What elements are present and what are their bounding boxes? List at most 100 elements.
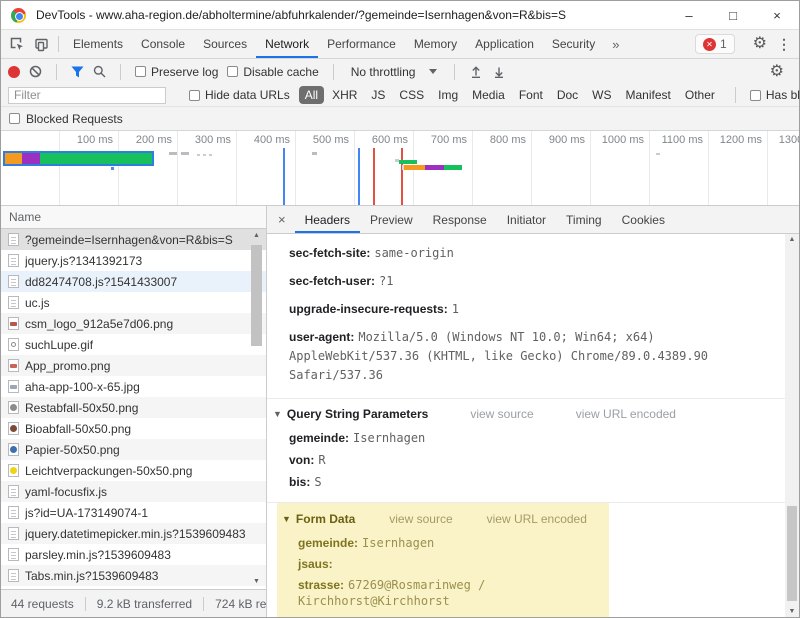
checkbox[interactable] bbox=[189, 90, 200, 101]
blocked-requests-checkbox[interactable] bbox=[9, 113, 20, 124]
timeline-event-line bbox=[358, 148, 360, 205]
resource-type-filter[interactable]: JS bbox=[365, 86, 391, 104]
settings-gear-icon[interactable]: ⚙ bbox=[745, 36, 775, 52]
resource-type-filter[interactable]: Manifest bbox=[620, 86, 677, 104]
panel-tab[interactable]: Security bbox=[543, 30, 604, 58]
details-tab[interactable]: Headers bbox=[295, 206, 360, 233]
panel-tab[interactable]: Performance bbox=[318, 30, 405, 58]
details-scrollbar[interactable]: ▲ ▼ bbox=[785, 234, 799, 617]
clear-icon[interactable] bbox=[29, 65, 42, 78]
filter-input[interactable] bbox=[8, 87, 166, 104]
timeline-resource-bar bbox=[399, 160, 417, 164]
request-row[interactable]: suchLupe.gif bbox=[1, 334, 266, 355]
request-row[interactable]: jquery.datetimepicker.min.js?1539609483 bbox=[1, 523, 266, 544]
request-row[interactable]: App_promo.png bbox=[1, 355, 266, 376]
view-source-link[interactable]: view source bbox=[389, 512, 452, 526]
collapse-caret-icon[interactable]: ▼ bbox=[282, 514, 291, 524]
scroll-down-icon[interactable]: ▼ bbox=[251, 578, 262, 585]
panel-tab[interactable]: Console bbox=[132, 30, 194, 58]
timeline-overview[interactable]: 100 ms 200 ms 300 ms 400 ms 500 ms 600 m… bbox=[1, 131, 799, 206]
scroll-up-icon[interactable]: ▲ bbox=[251, 232, 262, 239]
param-entry: gemeinde:Isernhagen bbox=[298, 535, 609, 551]
request-row[interactable]: Restabfall-50x50.png bbox=[1, 397, 266, 418]
disable-cache-checkbox[interactable]: Disable cache bbox=[227, 65, 318, 79]
close-details-icon[interactable]: × bbox=[269, 212, 295, 227]
file-icon bbox=[8, 380, 19, 393]
search-icon[interactable] bbox=[93, 65, 106, 78]
throttling-dropdown[interactable]: No throttling bbox=[348, 65, 441, 79]
request-row[interactable]: ?gemeinde=Isernhagen&von=R&bis=S bbox=[1, 229, 266, 250]
request-row[interactable]: Papier-50x50.png bbox=[1, 439, 266, 460]
timeline-tick-label: 1100 ms bbox=[650, 131, 709, 205]
details-tab[interactable]: Response bbox=[423, 206, 497, 233]
panel-tab[interactable]: Network bbox=[256, 30, 318, 58]
close-button[interactable]: × bbox=[755, 1, 799, 29]
scroll-up-icon[interactable]: ▲ bbox=[785, 236, 799, 243]
query-string-section: ▼ Query String Parameters view source vi… bbox=[267, 399, 785, 502]
resource-type-filter[interactable]: All bbox=[299, 86, 324, 104]
resource-type-filter[interactable]: Font bbox=[513, 86, 549, 104]
details-tab[interactable]: Initiator bbox=[497, 206, 556, 233]
resource-type-filter[interactable]: CSS bbox=[393, 86, 430, 104]
import-har-icon[interactable] bbox=[469, 65, 483, 79]
panel-tab[interactable]: Application bbox=[466, 30, 543, 58]
has-blocked-cookies-checkbox[interactable]: Has blocked cookies bbox=[750, 88, 800, 102]
resource-type-filter[interactable]: WS bbox=[586, 86, 617, 104]
form-data-title[interactable]: Form Data bbox=[296, 512, 355, 526]
collapse-caret-icon[interactable]: ▼ bbox=[273, 409, 282, 419]
device-toolbar-icon[interactable] bbox=[29, 32, 53, 56]
details-tab[interactable]: Timing bbox=[556, 206, 612, 233]
kebab-menu-icon[interactable]: ⋮ bbox=[775, 36, 799, 53]
inspect-element-icon[interactable] bbox=[5, 32, 29, 56]
resource-type-filter[interactable]: Other bbox=[679, 86, 721, 104]
timeline-event-line bbox=[373, 148, 375, 205]
network-settings-gear-icon[interactable]: ⚙ bbox=[762, 64, 792, 80]
hide-data-urls-checkbox[interactable]: Hide data URLs bbox=[189, 88, 290, 102]
error-count: 1 bbox=[720, 37, 727, 51]
request-row[interactable]: dd82474708.js?1541433007 bbox=[1, 271, 266, 292]
request-list-scrollbar[interactable]: ▲ ▼ bbox=[251, 232, 262, 585]
error-badge[interactable]: ✕ 1 bbox=[695, 34, 735, 54]
scrollbar-thumb[interactable] bbox=[787, 506, 797, 601]
file-icon bbox=[8, 233, 19, 246]
checkbox[interactable] bbox=[227, 66, 238, 77]
request-row[interactable]: csm_logo_912a5e7d06.png bbox=[1, 313, 266, 334]
details-tab[interactable]: Cookies bbox=[612, 206, 675, 233]
request-row[interactable]: parsley.min.js?1539609483 bbox=[1, 544, 266, 565]
resource-type-filter[interactable]: Img bbox=[432, 86, 464, 104]
resource-type-filter[interactable]: Media bbox=[466, 86, 511, 104]
minimize-button[interactable]: – bbox=[667, 1, 711, 29]
query-string-title[interactable]: Query String Parameters bbox=[287, 407, 428, 421]
view-source-link[interactable]: view source bbox=[470, 407, 533, 421]
request-row[interactable]: uc.js bbox=[1, 292, 266, 313]
checkbox[interactable] bbox=[750, 90, 761, 101]
request-row[interactable]: Bioabfall-50x50.png bbox=[1, 418, 266, 439]
view-url-encoded-link[interactable]: view URL encoded bbox=[576, 407, 676, 421]
more-tabs-button[interactable]: » bbox=[604, 37, 627, 52]
request-row[interactable]: jquery.js?1341392173 bbox=[1, 250, 266, 271]
preserve-log-checkbox[interactable]: Preserve log bbox=[135, 65, 218, 79]
panel-tab[interactable]: Elements bbox=[64, 30, 132, 58]
request-row[interactable]: Tabs.min.js?1539609483 bbox=[1, 565, 266, 586]
request-row[interactable]: js?id=UA-173149074-1 bbox=[1, 502, 266, 523]
timeline-tick-label bbox=[1, 131, 60, 205]
scroll-down-icon[interactable]: ▼ bbox=[785, 608, 799, 615]
filter-bar: Hide data URLs All XHR JS CSS Img Media … bbox=[1, 84, 799, 107]
filter-funnel-icon[interactable] bbox=[71, 66, 84, 78]
param-key: von: bbox=[289, 453, 314, 467]
request-row[interactable]: yaml-focusfix.js bbox=[1, 481, 266, 502]
details-tab[interactable]: Preview bbox=[360, 206, 423, 233]
resource-type-filter[interactable]: Doc bbox=[551, 86, 584, 104]
panel-tab[interactable]: Memory bbox=[405, 30, 466, 58]
maximize-button[interactable]: □ bbox=[711, 1, 755, 29]
export-har-icon[interactable] bbox=[492, 65, 506, 79]
record-button[interactable] bbox=[8, 66, 20, 78]
view-url-encoded-link[interactable]: view URL encoded bbox=[487, 512, 587, 526]
resource-type-filter[interactable]: XHR bbox=[326, 86, 363, 104]
scrollbar-thumb[interactable] bbox=[251, 245, 262, 346]
checkbox[interactable] bbox=[135, 66, 146, 77]
panel-tab[interactable]: Sources bbox=[194, 30, 256, 58]
name-column-header[interactable]: Name bbox=[1, 206, 266, 229]
request-row[interactable]: Leichtverpackungen-50x50.png bbox=[1, 460, 266, 481]
request-row[interactable]: aha-app-100-x-65.jpg bbox=[1, 376, 266, 397]
